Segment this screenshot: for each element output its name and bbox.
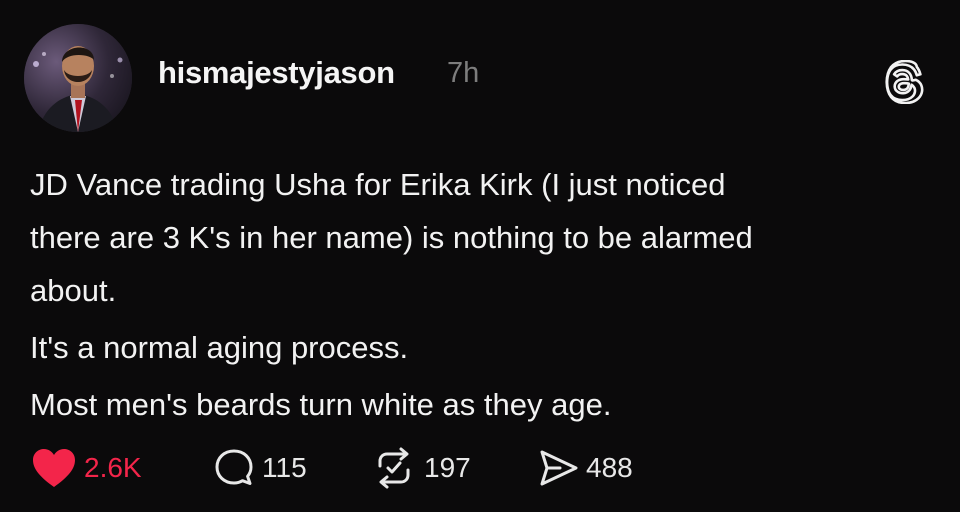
- share-count: 488: [586, 452, 633, 483]
- like-button[interactable]: 2.6K: [30, 440, 142, 496]
- avatar-photo: [24, 24, 132, 132]
- repost-count: 197: [424, 452, 471, 483]
- threads-post: hismajestyjason 7h JD Vance trading Usha…: [0, 0, 960, 512]
- heart-icon: [33, 449, 75, 487]
- share-button[interactable]: 488: [536, 440, 633, 496]
- username-link[interactable]: hismajestyjason: [158, 55, 395, 91]
- reply-count: 115: [262, 452, 307, 483]
- post-timestamp: 7h: [447, 57, 480, 89]
- post-line: It's a normal aging process.: [30, 330, 409, 365]
- avatar[interactable]: [24, 24, 132, 132]
- post-text: JD Vance trading Usha for Erika Kirk (I …: [30, 158, 930, 431]
- send-icon: [540, 450, 578, 486]
- post-line: about.: [30, 273, 117, 308]
- action-bar: 2.6K 115 197 488: [0, 440, 960, 496]
- speech-bubble-icon: [215, 449, 253, 485]
- threads-logo-icon[interactable]: [883, 59, 927, 105]
- post-line: JD Vance trading Usha for Erika Kirk (I …: [30, 167, 726, 202]
- post-line: there are 3 K's in her name) is nothing …: [30, 220, 753, 255]
- post-line: Most men's beards turn white as they age…: [30, 387, 612, 422]
- like-count: 2.6K: [84, 452, 142, 483]
- repost-button[interactable]: 197: [370, 440, 471, 496]
- repost-arrows-icon: [378, 447, 410, 489]
- reply-button[interactable]: 115: [212, 440, 307, 496]
